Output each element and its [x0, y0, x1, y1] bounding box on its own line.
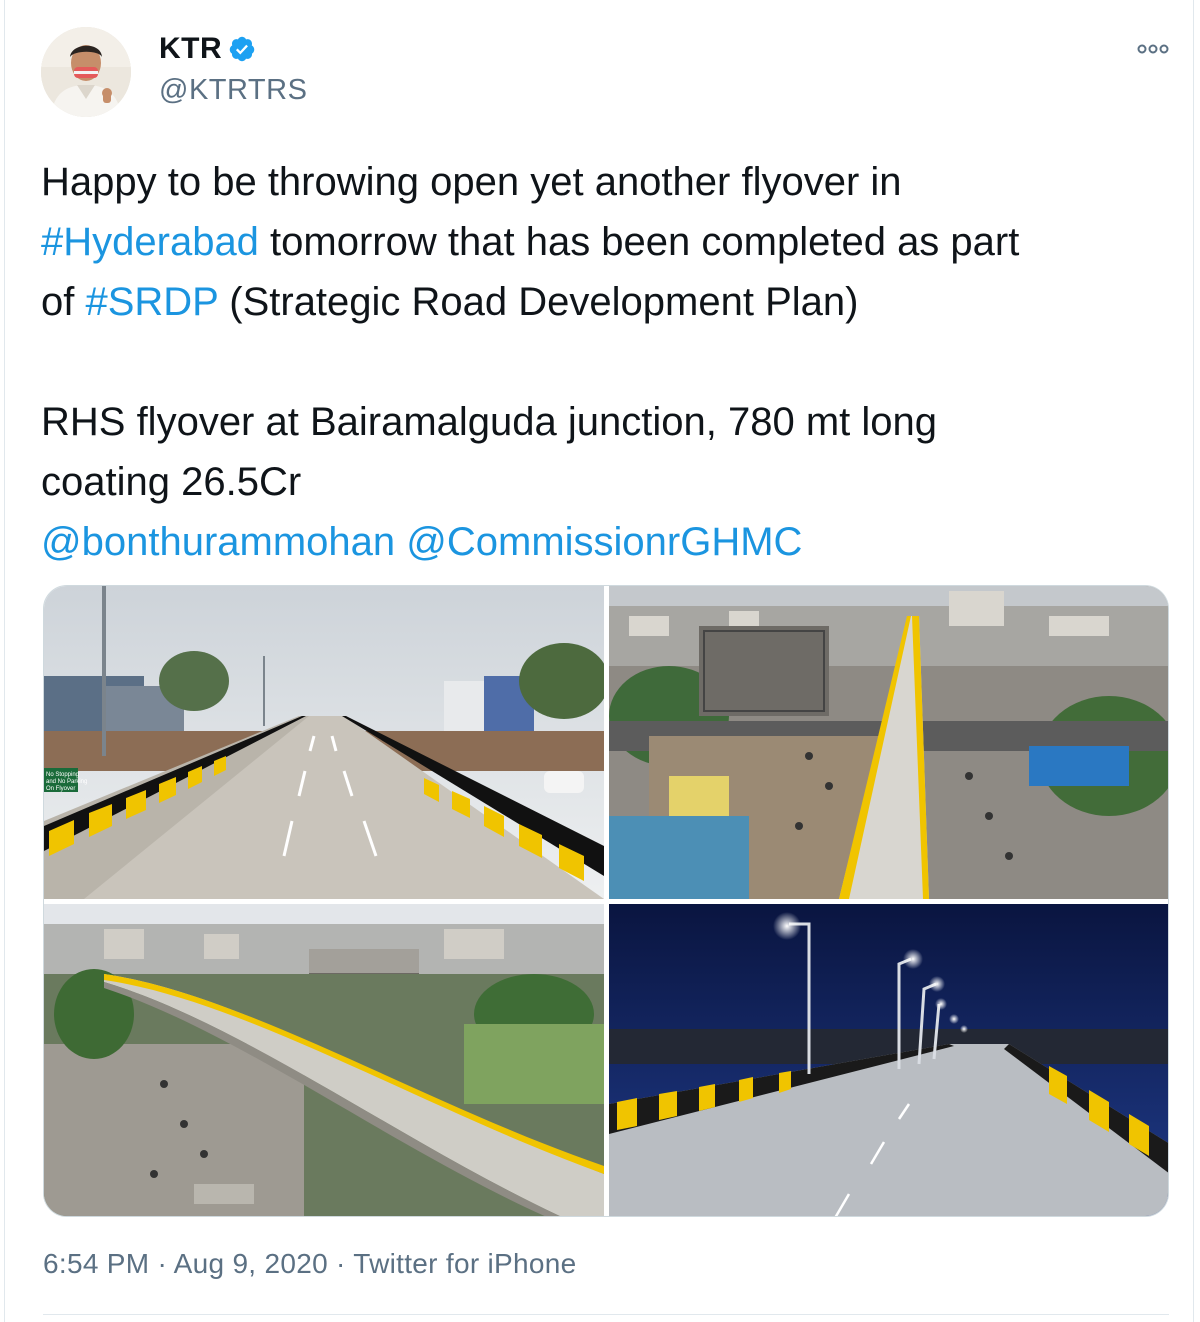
- sign-line-2: and No Parking: [46, 779, 87, 785]
- hashtag-srdp[interactable]: #SRDP: [85, 280, 218, 324]
- tweet-line: RHS flyover at Bairamalguda junction, 78…: [41, 392, 1171, 452]
- tweet-line: #Hyderabad tomorrow that has been comple…: [41, 212, 1171, 272]
- user-handle[interactable]: @KTRTRS: [159, 74, 307, 107]
- tweet-text-line-1: Happy to be throwing open yet another fl…: [41, 160, 902, 204]
- flyover-photo-3[interactable]: [44, 904, 604, 1216]
- tweet-text-line-4: RHS flyover at Bairamalguda junction, 78…: [41, 400, 938, 444]
- flyover-photo-2[interactable]: [609, 586, 1168, 899]
- divider: [43, 1314, 1169, 1315]
- verified-badge-icon: [229, 36, 255, 62]
- tweet-source[interactable]: Twitter for iPhone: [353, 1248, 576, 1279]
- meta-separator: ·: [149, 1248, 174, 1279]
- flyover-photo-4[interactable]: [609, 904, 1168, 1216]
- meta-separator: ·: [327, 1248, 354, 1279]
- mention-commissionrghmc[interactable]: @CommissionrGHMC: [406, 520, 802, 564]
- tweet-text: Happy to be throwing open yet another fl…: [41, 152, 1171, 572]
- tweet-text-line-2: tomorrow that has been completed as part: [258, 220, 1020, 264]
- hashtag-hyderabad[interactable]: #Hyderabad: [41, 220, 259, 264]
- display-name[interactable]: KTR: [159, 32, 222, 66]
- avatar[interactable]: [41, 27, 131, 117]
- name-row: KTR: [159, 32, 256, 66]
- tweet-line: coating 26.5Cr: [41, 452, 1171, 512]
- tweet-text-line-3: (Strategic Road Development Plan): [218, 280, 859, 324]
- media-grid: No Stopping and No Parking On Flyover: [43, 585, 1169, 1217]
- sign-line-1: No Stopping: [46, 772, 79, 778]
- mention-bonthurammohan[interactable]: @bonthurammohan: [41, 520, 395, 564]
- tweet-text-line-3-prefix: of: [41, 280, 86, 324]
- flyover-photo-1[interactable]: No Stopping and No Parking On Flyover: [44, 586, 604, 899]
- tweet-text-line-5: coating 26.5Cr: [41, 460, 302, 504]
- tweet-line: Happy to be throwing open yet another fl…: [41, 152, 1171, 212]
- tweet-line: of #SRDP (Strategic Road Development Pla…: [41, 272, 1171, 332]
- tweet-card: KTR @KTRTRS Happy to be throwing open ye…: [4, 0, 1194, 1322]
- tweet-meta: 6:54 PM · Aug 9, 2020 · Twitter for iPho…: [43, 1248, 577, 1280]
- sign-line-3: On Flyover: [46, 786, 75, 792]
- tweet-date[interactable]: Aug 9, 2020: [174, 1248, 328, 1279]
- tweet-line: @bonthurammohan @CommissionrGHMC: [41, 512, 1171, 572]
- more-options-icon[interactable]: [1135, 34, 1171, 64]
- tweet-header: KTR @KTRTRS: [41, 24, 1171, 120]
- tweet-time[interactable]: 6:54 PM: [43, 1248, 149, 1279]
